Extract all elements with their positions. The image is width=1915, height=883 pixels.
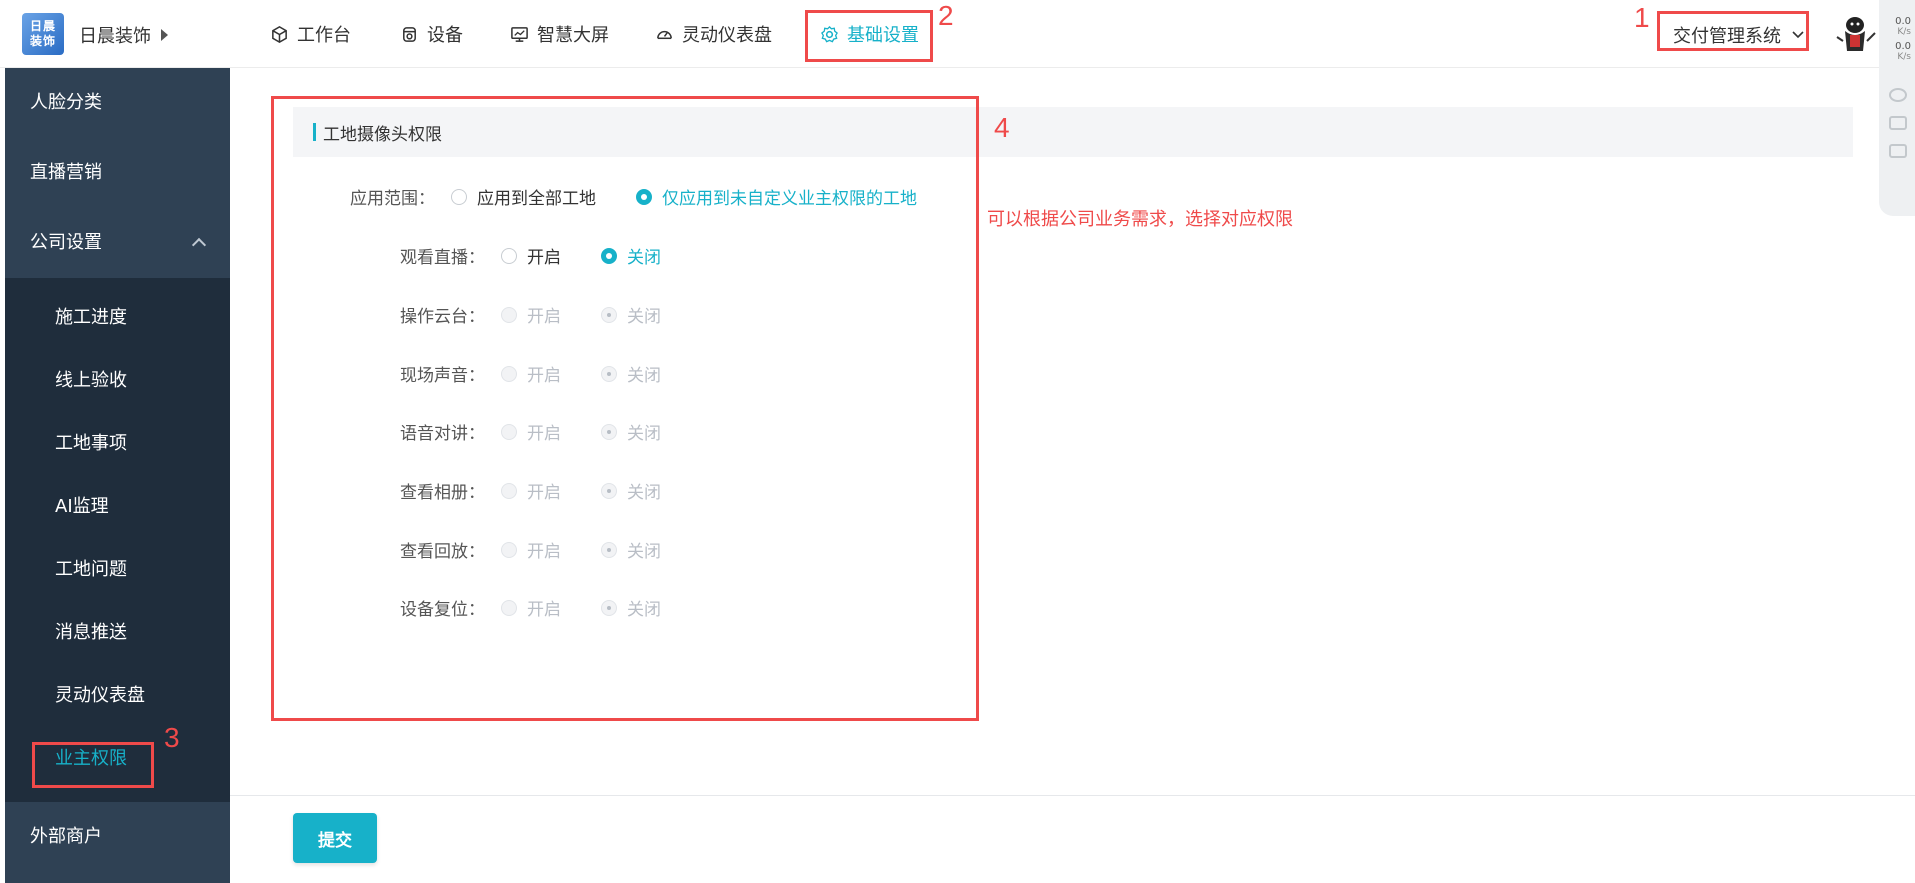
crop-icon[interactable] [1889, 116, 1907, 130]
annotation-box-1 [1657, 11, 1809, 51]
logo-text: 日晨 装饰 [29, 19, 56, 48]
sidebar-item-ai-supervision[interactable]: AI监理 [5, 475, 230, 538]
sidebar-item-message-push[interactable]: 消息推送 [5, 601, 230, 664]
nav-devices-label: 设备 [427, 25, 463, 46]
annotation-number-4: 4 [994, 112, 1010, 143]
annotation-box-2 [805, 10, 933, 62]
sidebar-item-live-marketing[interactable]: 直播营销 [5, 138, 230, 208]
annotation-box-3 [32, 742, 154, 788]
dashboard-icon [657, 30, 672, 39]
company-logo: 日晨 装饰 [22, 13, 64, 55]
monitor-icon [511, 26, 528, 42]
sidebar-item-dashboard[interactable]: 灵动仪表盘 [5, 664, 230, 727]
download-unit: K/s [1897, 52, 1911, 62]
sidebar-item-site-matters[interactable]: 工地事项 [5, 412, 230, 475]
annotation-number-1: 1 [1634, 2, 1650, 33]
sidebar-group-label: 公司设置 [30, 232, 102, 253]
nav-workbench[interactable]: 工作台 [270, 0, 351, 68]
submit-button[interactable]: 提交 [293, 813, 377, 863]
sidebar-item-external-merchants[interactable]: 外部商户 [5, 802, 230, 872]
sidebar-group-company-settings[interactable]: 公司设置 [5, 208, 230, 278]
sidebar-item-online-acceptance[interactable]: 线上验收 [5, 349, 230, 412]
cube-icon [272, 25, 287, 43]
sidebar-item-site-issues[interactable]: 工地问题 [5, 538, 230, 601]
sidebar-item-construction-progress[interactable]: 施工进度 [5, 286, 230, 349]
brand-name: 日晨装饰 [79, 26, 151, 47]
annotation-hint-text: 可以根据公司业务需求，选择对应权限 [987, 209, 1293, 230]
caret-right-icon [161, 29, 168, 41]
device-icon [403, 26, 416, 42]
top-bar: 日晨 装饰 日晨装饰 工作台 设备 智慧大屏 灵动仪表盘 基础设置 交付管理系统 [0, 0, 1915, 68]
annotation-number-2: 2 [938, 0, 954, 31]
annotation-number-3: 3 [164, 722, 180, 753]
upload-speed: 0.0 [1895, 16, 1911, 27]
user-avatar[interactable] [1833, 11, 1879, 57]
nav-workbench-label: 工作台 [297, 25, 351, 46]
chat-icon[interactable] [1889, 88, 1907, 102]
download-speed: 0.0 [1895, 41, 1911, 52]
sidebar-item-face-category[interactable]: 人脸分类 [5, 68, 230, 138]
nav-smart-screen[interactable]: 智慧大屏 [510, 0, 609, 68]
footer-divider [230, 795, 1915, 796]
annotation-box-4 [271, 96, 979, 721]
sidebar-submenu: 施工进度 线上验收 工地事项 AI监理 工地问题 消息推送 灵动仪表盘 业主权限 [5, 278, 230, 802]
upload-unit: K/s [1897, 27, 1911, 37]
search-icon[interactable] [1889, 144, 1907, 158]
nav-devices[interactable]: 设备 [400, 0, 463, 68]
brand-switcher[interactable]: 日晨装饰 [79, 22, 168, 48]
nav-smart-screen-label: 智慧大屏 [537, 25, 609, 46]
nav-dashboard-label: 灵动仪表盘 [682, 25, 772, 46]
network-speed-widget[interactable]: 0.0 K/s 0.0 K/s [1879, 0, 1915, 216]
chevron-up-icon [191, 237, 207, 253]
nav-dashboard[interactable]: 灵动仪表盘 [655, 0, 772, 68]
